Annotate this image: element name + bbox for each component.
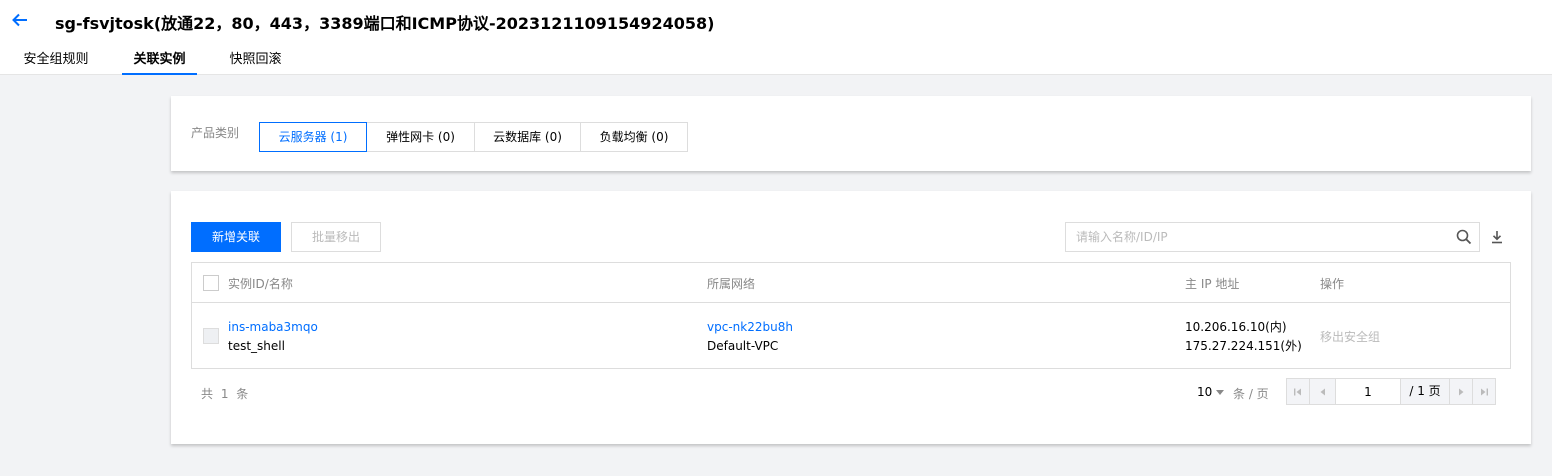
next-page-button[interactable] xyxy=(1449,378,1473,405)
public-ip: 175.27.224.151(外) xyxy=(1185,339,1302,353)
instance-name: test_shell xyxy=(228,339,285,353)
page-number-input[interactable] xyxy=(1335,378,1401,405)
tab-snapshot-rollback[interactable]: 快照回滚 xyxy=(227,46,284,75)
prev-page-button[interactable] xyxy=(1309,378,1336,405)
category-eni-tab[interactable]: 弹性网卡 (0) xyxy=(366,122,475,152)
select-all-checkbox[interactable] xyxy=(203,275,219,291)
first-page-button[interactable] xyxy=(1286,378,1310,405)
page-title: sg-fsvjtosk(放通22，80，443，3389端口和ICMP协议-20… xyxy=(55,14,715,33)
search-icon[interactable] xyxy=(1456,229,1472,245)
remove-from-security-group-link[interactable]: 移出安全组 xyxy=(1320,328,1380,346)
instances-table: 实例ID/名称 所属网络 主 IP 地址 操作 ins-maba3mqo tes… xyxy=(191,262,1511,369)
search-box xyxy=(1065,222,1480,252)
download-icon[interactable] xyxy=(1489,229,1505,245)
column-header-ip: 主 IP 地址 xyxy=(1185,277,1240,291)
table-row: ins-maba3mqo test_shell vpc-nk22bu8h Def… xyxy=(192,304,1510,368)
tab-associated-instances[interactable]: 关联实例 xyxy=(122,46,197,75)
page-size-value: 10 xyxy=(1197,385,1213,399)
category-clb-tab[interactable]: 负载均衡 (0) xyxy=(580,122,688,152)
category-label: 产品类别 xyxy=(191,126,240,140)
add-association-button[interactable]: 新增关联 xyxy=(191,222,281,252)
row-checkbox[interactable] xyxy=(203,328,219,344)
vpc-name: Default-VPC xyxy=(707,339,779,353)
back-arrow-icon[interactable] xyxy=(10,9,30,31)
private-ip: 10.206.16.10(内) xyxy=(1185,320,1287,334)
tab-security-group-rules[interactable]: 安全组规则 xyxy=(21,46,91,75)
instances-card: 新增关联 批量移出 实例ID/名称 所属网络 主 IP 地址 操作 ins-ma… xyxy=(171,191,1531,444)
last-page-button[interactable] xyxy=(1472,378,1496,405)
batch-remove-button[interactable]: 批量移出 xyxy=(291,222,381,252)
page-size-select[interactable]: 10 xyxy=(1197,385,1225,399)
total-pages: / 1 页 xyxy=(1400,378,1450,405)
table-header: 实例ID/名称 所属网络 主 IP 地址 操作 xyxy=(192,263,1510,303)
product-category-card: 产品类别 云服务器 (1) 弹性网卡 (0) 云数据库 (0) 负载均衡 (0) xyxy=(171,96,1531,171)
category-cdb-tab[interactable]: 云数据库 (0) xyxy=(474,122,581,152)
column-header-action: 操作 xyxy=(1320,277,1345,291)
category-cvm-tab[interactable]: 云服务器 (1) xyxy=(259,122,367,152)
total-count: 共 1 条 xyxy=(201,387,251,401)
header-bar: sg-fsvjtosk(放通22，80，443，3389端口和ICMP协议-20… xyxy=(0,0,1552,75)
search-input[interactable] xyxy=(1066,223,1436,251)
per-page-label: 条 / 页 xyxy=(1233,387,1269,401)
chevron-down-icon xyxy=(1216,390,1225,395)
column-header-network: 所属网络 xyxy=(707,277,756,291)
column-header-instance: 实例ID/名称 xyxy=(228,277,293,291)
vpc-id-link[interactable]: vpc-nk22bu8h xyxy=(707,318,793,336)
instance-id-link[interactable]: ins-maba3mqo xyxy=(228,318,318,336)
